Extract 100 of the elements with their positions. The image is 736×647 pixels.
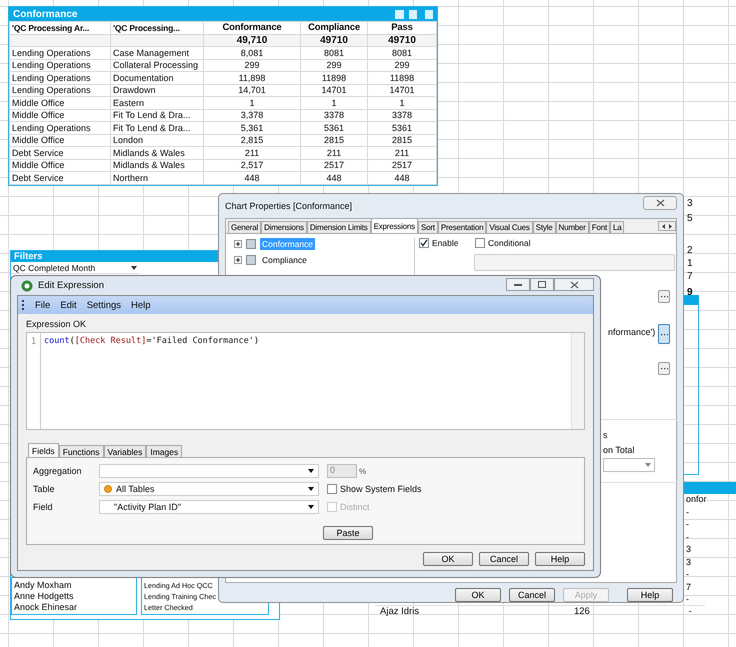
table-cell: Collateral Processing <box>110 59 204 72</box>
scroll-arrows[interactable] <box>658 221 676 231</box>
table-cell: 5361 <box>300 122 368 134</box>
dialog-button[interactable]: Cancel <box>479 552 529 566</box>
table-cell: 3378 <box>368 109 436 122</box>
table-cell-text: - <box>688 606 693 617</box>
list-item[interactable]: Andy Moxham <box>14 580 134 591</box>
table-cell: Fit To Lend & Dra... <box>110 109 204 122</box>
table-dropdown[interactable]: All Tables <box>99 482 319 496</box>
table-cell: 2815 <box>300 134 368 146</box>
caret-icon <box>645 463 651 467</box>
menu-item[interactable]: Help <box>126 300 156 310</box>
table-cell: Middle Office <box>10 96 110 109</box>
condition-field[interactable] <box>474 254 675 271</box>
tab[interactable]: Font <box>588 221 610 233</box>
close-icon <box>570 280 578 288</box>
column-header[interactable]: Conformance <box>204 22 300 34</box>
tab[interactable]: Images <box>146 445 182 457</box>
enable-checkbox[interactable]: Enable <box>419 238 461 248</box>
table-cell: 8,081 <box>204 46 300 59</box>
total-cell: 49,710 <box>204 34 300 46</box>
close-button[interactable] <box>554 278 594 291</box>
table-cell-text: Ajaz Idris <box>379 606 420 617</box>
dot-icon <box>104 485 112 493</box>
table-cell: 14,701 <box>204 84 300 96</box>
maximize-icon <box>538 281 546 288</box>
caret-icon <box>308 505 314 509</box>
column-header[interactable]: Pass <box>368 22 436 34</box>
table-cell: Drawdown <box>110 84 204 96</box>
table-cell: 3378 <box>300 109 368 122</box>
check-icon <box>420 239 428 247</box>
tab[interactable]: Presentation <box>438 221 486 233</box>
dialog-button[interactable]: Help <box>535 552 585 566</box>
dialog-button[interactable]: Cancel <box>509 588 555 602</box>
tab[interactable]: Expressions <box>370 218 418 233</box>
ellipsis-button[interactable] <box>658 362 670 375</box>
minimize-button[interactable] <box>506 278 530 291</box>
table-cell-text: - <box>685 530 690 543</box>
tab[interactable]: Sort <box>418 221 438 233</box>
dialog-button[interactable]: OK <box>423 552 473 566</box>
app-icon <box>21 280 33 292</box>
list-item[interactable]: Anne Hodgetts <box>14 591 134 602</box>
menu-item[interactable]: Settings <box>82 300 126 310</box>
table-cell-text: 3 <box>685 556 692 568</box>
tab[interactable]: Variables <box>104 445 146 457</box>
scrollbar[interactable] <box>571 333 584 429</box>
table-cell: 211 <box>300 146 368 159</box>
menu-item[interactable]: File <box>30 300 56 310</box>
menu-item[interactable]: Edit <box>55 300 82 310</box>
tab[interactable]: Dimensions <box>261 221 307 233</box>
dialog-button[interactable]: Help <box>627 588 673 602</box>
panel-toolbar-icons[interactable] <box>395 10 433 18</box>
expand-icon[interactable] <box>234 240 242 248</box>
total-cell: 49710 <box>368 34 436 46</box>
tab[interactable]: General <box>228 221 262 233</box>
caret-icon <box>308 487 314 491</box>
column-header[interactable]: 'QC Processing Ar... <box>10 22 110 34</box>
table-cell: 2,815 <box>204 134 300 146</box>
table-cell: 211 <box>368 146 436 159</box>
ellipsis-button[interactable] <box>658 324 670 344</box>
dropdown[interactable] <box>603 458 655 472</box>
close-button[interactable] <box>643 196 677 210</box>
table-cell-text: 7 <box>685 580 692 593</box>
unit-label: % <box>359 466 366 476</box>
table-cell: 448 <box>204 172 300 184</box>
dialog-button[interactable]: OK <box>455 588 501 602</box>
table-cell: 3 <box>687 198 693 209</box>
column-header[interactable]: Compliance <box>300 22 368 34</box>
tab[interactable]: La <box>610 221 624 233</box>
table-cell: Lending Operations <box>10 72 110 84</box>
tab[interactable]: Functions <box>58 445 104 457</box>
table-cell: 14701 <box>368 84 436 96</box>
conditional-checkbox[interactable]: Conditional <box>475 238 531 248</box>
tab[interactable]: Visual Cues <box>486 221 533 233</box>
tab[interactable]: Dimension Limits <box>306 221 371 233</box>
tab[interactable]: Fields <box>28 443 59 457</box>
table-cell-text: - <box>685 568 690 580</box>
code-editor[interactable]: 1 count([Check Result]='Failed Conformance') <box>26 332 585 430</box>
tab[interactable]: Number <box>556 221 589 233</box>
option-label: on Total <box>603 445 634 455</box>
ellipsis-button[interactable] <box>658 290 670 303</box>
field-dropdown[interactable]: "Activity Plan ID" <box>99 500 319 514</box>
table-cell: Documentation <box>110 72 204 84</box>
table-cell-text: - <box>685 593 690 606</box>
expand-icon[interactable] <box>234 256 242 264</box>
table-cell: Case Management <box>110 46 204 59</box>
filter-dropdown[interactable]: QC Completed Month <box>11 262 139 274</box>
panel-title: Conformance <box>13 8 78 20</box>
table-cell: 1 <box>204 96 300 109</box>
table-cell: 2,517 <box>204 159 300 172</box>
table-cell: 14701 <box>300 84 368 96</box>
tab[interactable]: Style <box>532 221 556 233</box>
list-item[interactable]: Anock Ehinesar <box>14 602 134 613</box>
maximize-button[interactable] <box>530 278 554 291</box>
paste-button[interactable]: Paste <box>323 526 373 540</box>
option-label: s <box>603 430 608 440</box>
column-header[interactable]: 'QC Processing... <box>110 22 204 34</box>
minimize-icon <box>514 282 522 286</box>
show-system-fields-checkbox[interactable]: Show System Fields <box>327 484 422 494</box>
table-cell: Debt Service <box>10 146 110 159</box>
